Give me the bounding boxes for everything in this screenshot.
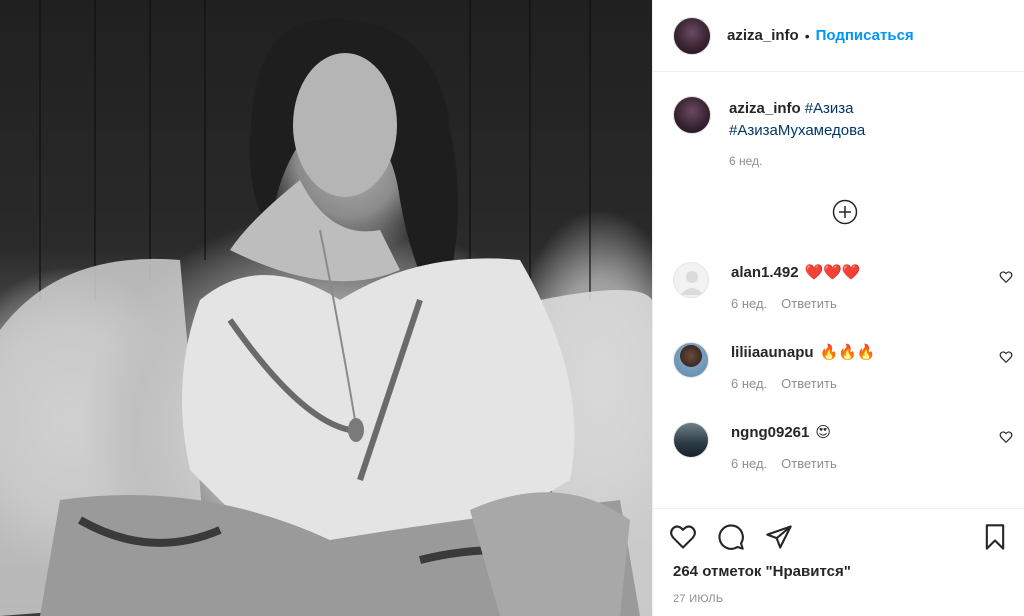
follow-button[interactable]: Подписаться — [816, 27, 914, 44]
commenter-avatar[interactable] — [673, 262, 709, 298]
comment-body: 🔥🔥🔥 — [819, 344, 876, 361]
caption-username[interactable]: aziza_info — [729, 100, 801, 117]
reply-button[interactable]: Ответить — [781, 296, 837, 311]
commenter-avatar[interactable] — [673, 342, 709, 378]
hashtag-link[interactable]: #АзизаМухамедова — [729, 122, 865, 139]
comment-time[interactable]: 6 нед. — [731, 456, 767, 471]
comment-item: ngng09261 😍 6 нед. Ответить — [673, 422, 1013, 471]
comment-body: ❤️❤️❤️ — [804, 264, 861, 281]
likes-count[interactable]: 264 отметок "Нравится" — [673, 563, 851, 580]
heart-icon[interactable] — [999, 430, 1013, 444]
caption-text: aziza_info #Азиза #АзизаМухамедова — [729, 96, 1013, 142]
default-avatar-icon — [680, 271, 704, 295]
comment-item: alan1.492 ❤️❤️❤️ 6 нед. Ответить — [673, 262, 1013, 311]
comment-time[interactable]: 6 нед. — [731, 296, 767, 311]
heart-icon[interactable] — [999, 270, 1013, 284]
commenter-username[interactable]: ngng09261 — [731, 424, 809, 441]
heart-icon[interactable] — [669, 523, 697, 551]
comment-meta: 6 нед. Ответить — [731, 376, 1013, 391]
author-username[interactable]: aziza_info — [727, 27, 799, 44]
comment-text: liliiaaunapu 🔥🔥🔥 — [731, 342, 1013, 364]
separator-dot: • — [804, 27, 810, 44]
plus-circle-icon[interactable] — [832, 199, 858, 225]
post-header: aziza_info • Подписаться — [653, 0, 1024, 72]
paper-plane-icon[interactable] — [765, 523, 793, 551]
comment-body: 😍 — [815, 424, 832, 441]
bookmark-icon[interactable] — [981, 523, 1009, 551]
comment-meta: 6 нед. Ответить — [731, 296, 1013, 311]
commenter-avatar[interactable] — [673, 422, 709, 458]
photo-illustration — [0, 0, 652, 616]
post-actions: 264 отметок "Нравится" 27 ИЮЛЬ — [653, 508, 1024, 616]
author-avatar[interactable] — [673, 16, 711, 55]
commenter-username[interactable]: liliiaaunapu — [731, 344, 814, 361]
reply-button[interactable]: Ответить — [781, 456, 837, 471]
hashtag-link[interactable]: #Азиза — [805, 100, 854, 117]
caption-time[interactable]: 6 нед. — [729, 154, 1013, 168]
post-date[interactable]: 27 ИЮЛЬ — [673, 593, 723, 605]
comment-meta: 6 нед. Ответить — [731, 456, 1013, 471]
post-side-panel: aziza_info • Подписаться aziza_info #Азиз… — [652, 0, 1024, 616]
comment-time[interactable]: 6 нед. — [731, 376, 767, 391]
post-photo[interactable] — [0, 0, 652, 616]
caption-avatar[interactable] — [673, 96, 711, 134]
reply-button[interactable]: Ответить — [781, 376, 837, 391]
comment-icon[interactable] — [717, 523, 745, 551]
heart-icon[interactable] — [999, 350, 1013, 364]
post-caption: aziza_info #Азиза #АзизаМухамедова 6 нед. — [673, 96, 1013, 168]
commenter-username[interactable]: alan1.492 — [731, 264, 799, 281]
comment-text: alan1.492 ❤️❤️❤️ — [731, 262, 1013, 284]
comment-item: liliiaaunapu 🔥🔥🔥 6 нед. Ответить — [673, 342, 1013, 391]
comment-text: ngng09261 😍 — [731, 422, 1013, 444]
